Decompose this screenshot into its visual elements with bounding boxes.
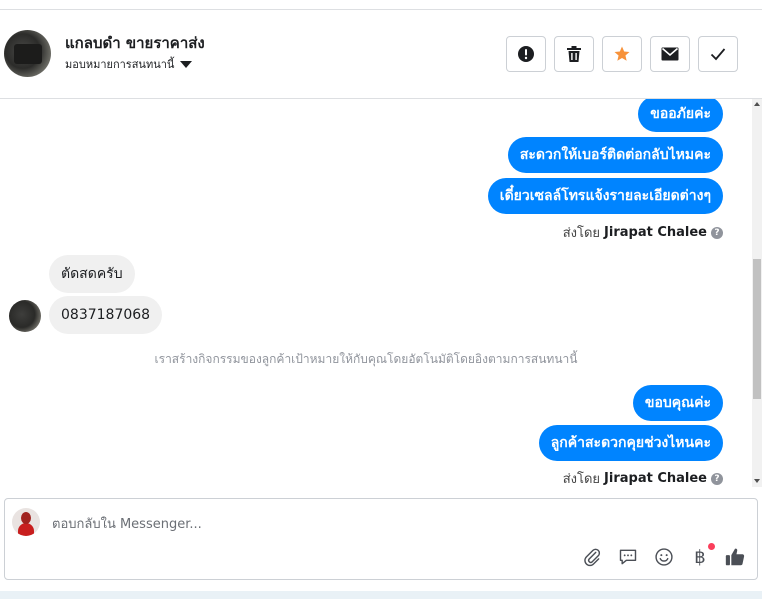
- incoming-message[interactable]: ตัดสดครับ: [49, 255, 135, 293]
- baht-payment-icon: ฿: [694, 546, 706, 568]
- star-button[interactable]: [602, 36, 642, 72]
- envelope-icon: [661, 47, 679, 61]
- sent-by-label: ส่งโดย Jirapat Chalee ?: [563, 468, 723, 487]
- reply-input[interactable]: ตอบกลับใน Messenger...: [52, 513, 202, 534]
- checkmark-icon: [710, 48, 726, 61]
- emoji-button[interactable]: [653, 546, 675, 568]
- message-thread[interactable]: ขออภัยค่ะ สะดวกให้เบอร์ติดต่อกลับไหมคะ เ…: [0, 99, 752, 487]
- contact-avatar[interactable]: [4, 30, 51, 77]
- emoji-icon: [655, 548, 673, 566]
- page-avatar: [12, 508, 40, 536]
- bottom-strip: [0, 591, 762, 599]
- report-button[interactable]: [506, 36, 546, 72]
- outgoing-message[interactable]: ลูกค้าสะดวกคุยช่วงไหนคะ: [538, 425, 723, 461]
- contact-name[interactable]: แกลบดำ ขายราคาส่ง: [65, 31, 205, 55]
- incoming-message[interactable]: 0837187068: [49, 296, 163, 334]
- saved-reply-icon: [619, 549, 637, 565]
- scroll-down-icon[interactable]: [754, 479, 760, 483]
- notification-dot: [708, 543, 715, 550]
- exclamation-icon: [518, 46, 534, 62]
- help-icon[interactable]: ?: [711, 472, 723, 485]
- thread-scrollbar[interactable]: [752, 99, 762, 487]
- outgoing-message[interactable]: เดี๋ยวเซลล์โทรแจ้งรายละเอียดต่างๆ: [487, 178, 723, 214]
- outgoing-message[interactable]: ขอบคุณค่ะ: [632, 385, 723, 421]
- contact-avatar-small[interactable]: [9, 300, 41, 332]
- scroll-up-icon[interactable]: [754, 102, 760, 106]
- sender-name[interactable]: Jirapat Chalee: [604, 471, 707, 486]
- trash-icon: [567, 46, 581, 62]
- sender-name[interactable]: Jirapat Chalee: [604, 225, 707, 240]
- assign-conversation-dropdown[interactable]: มอบหมายการสนทนานี้: [65, 55, 193, 73]
- thumbs-up-icon: [725, 548, 745, 566]
- done-button[interactable]: [698, 36, 738, 72]
- payment-button[interactable]: ฿: [689, 546, 711, 568]
- conversation-header: แกลบดำ ขายราคาส่ง มอบหมายการสนทนานี้: [0, 10, 762, 99]
- mark-unread-button[interactable]: [650, 36, 690, 72]
- sent-by-prefix: ส่งโดย: [562, 472, 601, 487]
- attach-button[interactable]: [581, 546, 603, 568]
- star-icon: [614, 46, 630, 61]
- top-divider: [0, 0, 762, 10]
- system-note: เราสร้างกิจกรรมของลูกค้าเป้าหมายให้กับคุ…: [154, 352, 578, 366]
- outgoing-message[interactable]: สะดวกให้เบอร์ติดต่อกลับไหมคะ: [507, 137, 723, 173]
- scrollbar-thumb[interactable]: [753, 259, 761, 399]
- saved-reply-button[interactable]: [617, 546, 639, 568]
- paperclip-icon: [584, 548, 601, 567]
- assign-label: มอบหมายการสนทนานี้: [65, 58, 175, 71]
- reply-composer: ตอบกลับใน Messenger... ฿: [4, 498, 758, 580]
- outgoing-message[interactable]: ขออภัยค่ะ: [638, 99, 723, 132]
- help-icon[interactable]: ?: [711, 226, 723, 239]
- sent-by-prefix: ส่งโดย: [562, 226, 601, 241]
- sent-by-label: ส่งโดย Jirapat Chalee ?: [563, 222, 723, 243]
- caret-down-icon: [180, 60, 193, 68]
- like-button[interactable]: [724, 546, 746, 568]
- delete-button[interactable]: [554, 36, 594, 72]
